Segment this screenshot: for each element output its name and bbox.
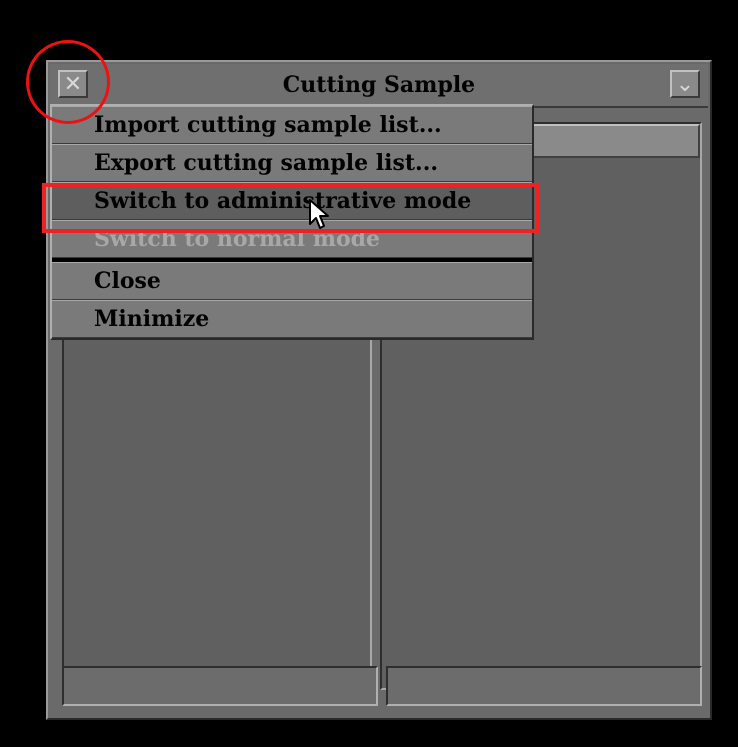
mouse-cursor-icon — [309, 199, 329, 229]
menu-item-minimize[interactable]: Minimize — [52, 300, 532, 338]
annotation-circle — [26, 40, 110, 124]
menu-item-export[interactable]: Export cutting sample list... — [52, 144, 532, 182]
title-bar[interactable]: ✕ Cutting Sample ⌄ — [50, 64, 708, 108]
window-title: Cutting Sample — [282, 72, 476, 98]
status-field-right — [386, 666, 702, 706]
annotation-rectangle — [42, 183, 540, 233]
chevron-down-icon[interactable]: ⌄ — [670, 70, 700, 98]
menu-item-import[interactable]: Import cutting sample list... — [52, 106, 532, 144]
status-field-left — [62, 666, 378, 706]
menu-item-close[interactable]: Close — [52, 262, 532, 300]
